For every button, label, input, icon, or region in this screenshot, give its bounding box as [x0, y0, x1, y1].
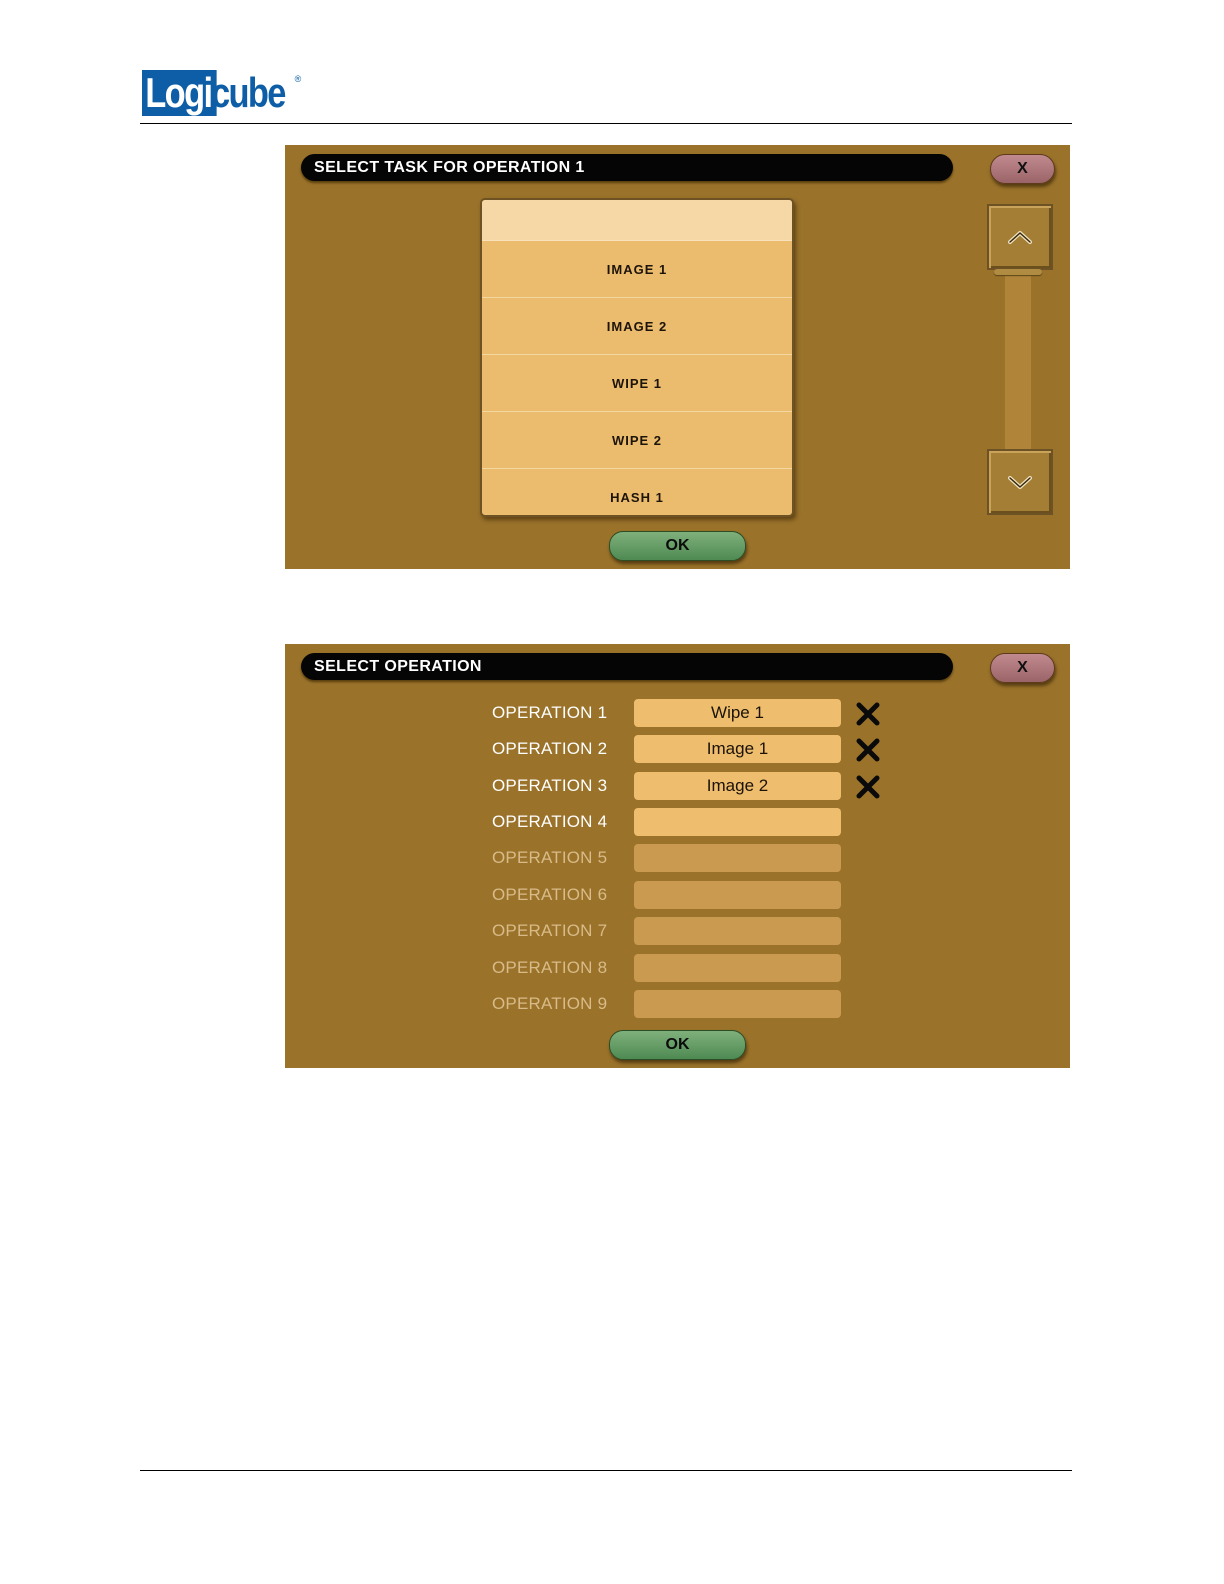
operation-row: OPERATION 2 Image 1	[285, 734, 1070, 764]
dialog-titlebar: SELECT OPERATION	[301, 653, 953, 680]
operation-row: OPERATION 3 Image 2	[285, 771, 1070, 801]
dialog-titlebar: SELECT TASK FOR OPERATION 1	[301, 154, 953, 181]
list-item[interactable]: IMAGE 1	[482, 241, 792, 298]
scroll-up-button[interactable]	[987, 204, 1053, 270]
ok-button[interactable]: OK	[609, 1030, 746, 1060]
operation-field[interactable]	[634, 808, 841, 836]
list-item-label: IMAGE 2	[606, 318, 668, 334]
logicube-logo: Logi cube ®	[142, 70, 301, 116]
scrollbar-thumb[interactable]	[994, 269, 1042, 275]
x-remove-icon[interactable]	[854, 736, 882, 764]
task-list: IMAGE 1 IMAGE 2 WIPE 1 WIPE 2 HASH 1	[480, 198, 794, 517]
operation-label: OPERATION 2	[492, 739, 608, 758]
chevron-down-icon	[1008, 476, 1032, 489]
operation-field-disabled	[634, 954, 841, 982]
operation-label: OPERATION 4	[492, 812, 608, 831]
operation-label: OPERATION 1	[492, 703, 608, 722]
operation-row-disabled: OPERATION 8	[285, 953, 1070, 983]
scroll-down-button[interactable]	[987, 449, 1053, 515]
list-item-selected[interactable]	[482, 200, 792, 241]
ok-label: OK	[665, 1036, 690, 1053]
operation-label: OPERATION 3	[492, 776, 608, 795]
footer-rule	[140, 1470, 1072, 1471]
header-rule	[140, 123, 1072, 124]
operation-row-disabled: OPERATION 5	[285, 843, 1070, 873]
ok-label: OK	[665, 537, 690, 554]
close-button[interactable]: X	[990, 653, 1055, 683]
operation-label: OPERATION 7	[492, 921, 608, 940]
chevron-up-icon	[1008, 231, 1032, 244]
dialog-title: SELECT OPERATION	[314, 658, 482, 675]
list-item-label: IMAGE 1	[606, 261, 668, 277]
operation-value: Image 2	[706, 776, 769, 795]
logo-box-text: Logi	[142, 70, 217, 116]
list-item[interactable]: WIPE 2	[482, 412, 792, 469]
operation-row: OPERATION 1 Wipe 1	[285, 698, 1070, 728]
select-operation-dialog: SELECT OPERATION X OPERATION 1 Wipe 1 OP…	[285, 644, 1070, 1068]
list-item[interactable]: IMAGE 2	[482, 298, 792, 355]
list-item[interactable]: HASH 1	[482, 469, 792, 515]
close-label: X	[1017, 160, 1028, 177]
select-task-dialog: SELECT TASK FOR OPERATION 1 X IMAGE 1 IM…	[285, 145, 1070, 569]
ok-button[interactable]: OK	[609, 531, 746, 561]
operation-field-disabled	[634, 881, 841, 909]
operation-row: OPERATION 4	[285, 807, 1070, 837]
operation-value: Image 1	[706, 739, 769, 758]
operation-row-disabled: OPERATION 9	[285, 989, 1070, 1019]
operation-field[interactable]: Wipe 1	[634, 699, 841, 727]
operation-row-disabled: OPERATION 7	[285, 916, 1070, 946]
operation-field-disabled	[634, 844, 841, 872]
operation-label: OPERATION 5	[492, 848, 608, 867]
operation-row-disabled: OPERATION 6	[285, 880, 1070, 910]
x-remove-icon[interactable]	[854, 700, 882, 728]
list-item-label: WIPE 2	[611, 432, 663, 448]
operation-label: OPERATION 9	[492, 994, 608, 1013]
dialog-title: SELECT TASK FOR OPERATION 1	[314, 159, 585, 176]
operation-field[interactable]: Image 1	[634, 735, 841, 763]
operation-field[interactable]: Image 2	[634, 772, 841, 800]
operation-label: OPERATION 6	[492, 885, 608, 904]
operation-field-disabled	[634, 917, 841, 945]
operation-label: OPERATION 8	[492, 958, 608, 977]
list-item-label: WIPE 1	[611, 375, 663, 391]
operation-field-disabled	[634, 990, 841, 1018]
close-button[interactable]: X	[990, 154, 1055, 184]
logo-registered-mark: ®	[294, 74, 302, 84]
list-item-label: HASH 1	[610, 489, 664, 505]
scrollbar-track[interactable]	[1005, 271, 1031, 449]
operation-value: Wipe 1	[711, 703, 764, 722]
close-label: X	[1017, 659, 1028, 676]
list-item[interactable]: WIPE 1	[482, 355, 792, 412]
x-remove-icon[interactable]	[854, 773, 882, 801]
logo-text: cube	[210, 69, 286, 116]
